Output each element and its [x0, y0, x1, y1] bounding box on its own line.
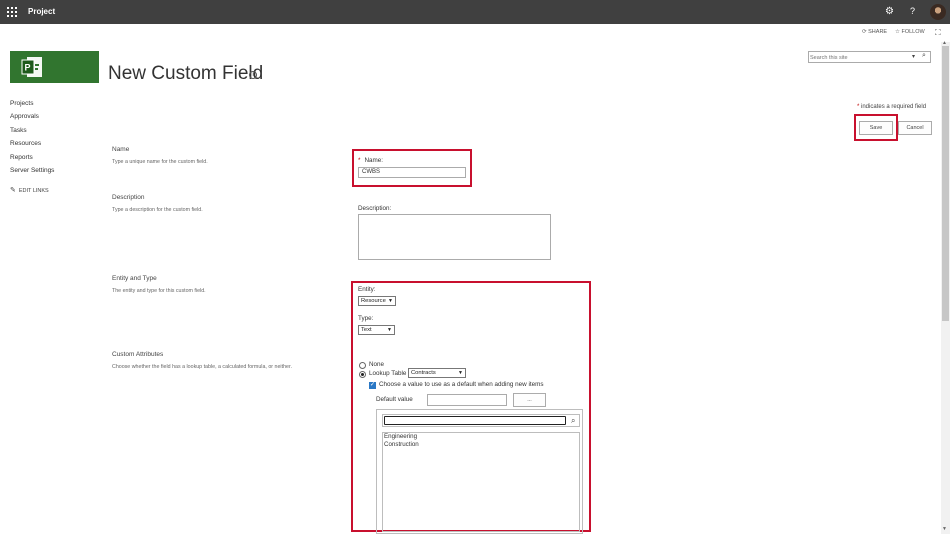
description-field[interactable]: [358, 214, 551, 260]
info-icon[interactable]: i: [249, 71, 257, 79]
entity-select[interactable]: Resource ▼: [358, 296, 396, 306]
pencil-icon: ✎: [10, 187, 16, 194]
lookup-picker-panel: ⌕ Engineering Construction: [376, 409, 583, 534]
scroll-down-icon[interactable]: ▼: [942, 526, 947, 532]
name-section-desc: Type a unique name for the custom field.: [112, 159, 208, 165]
default-value-label: Default value: [376, 396, 413, 403]
lookup-table-value: Contracts: [411, 370, 436, 376]
default-checkbox-label: Choose a value to use as a default when …: [379, 381, 544, 388]
required-star: *: [358, 157, 361, 164]
search-input[interactable]: [810, 53, 908, 62]
chevron-down-icon: ▼: [387, 327, 392, 333]
waffle-icon[interactable]: [7, 7, 17, 17]
share-button[interactable]: ⟳ SHARE: [862, 29, 887, 35]
follow-label: FOLLOW: [901, 29, 925, 35]
cancel-button[interactable]: Cancel: [898, 121, 932, 135]
lookup-search-input[interactable]: [384, 416, 566, 425]
follow-button[interactable]: ☆ FOLLOW: [895, 29, 925, 35]
required-note-text: indicates a required field: [861, 104, 927, 110]
lookup-table-radio[interactable]: [359, 371, 366, 378]
search-icon[interactable]: ⌕: [571, 416, 575, 426]
nav-item-approvals[interactable]: Approvals: [10, 112, 54, 125]
name-section-title: Name: [112, 146, 130, 153]
lookup-table-label: Lookup Table: [369, 370, 407, 377]
entity-label: Entity:: [358, 286, 376, 293]
entity-section-title: Entity and Type: [112, 275, 157, 282]
nav-item-projects[interactable]: Projects: [10, 99, 54, 112]
lookup-table-select[interactable]: Contracts ▼: [408, 368, 466, 378]
lookup-search: ⌕: [382, 414, 580, 427]
gear-icon[interactable]: ⚙: [885, 6, 894, 17]
type-select[interactable]: Text ▼: [358, 325, 395, 335]
chevron-down-icon[interactable]: ▾: [912, 53, 915, 60]
svg-text:P: P: [25, 63, 31, 73]
star-icon: ☆: [895, 29, 900, 35]
browse-lookup-button[interactable]: ...: [513, 393, 546, 407]
description-section-title: Description: [112, 194, 145, 201]
search-icon[interactable]: ⌕: [922, 52, 926, 60]
required-star: *: [857, 104, 860, 110]
name-label: * Name:: [358, 157, 383, 164]
avatar[interactable]: [930, 4, 946, 20]
description-label: Description:: [358, 205, 392, 212]
chevron-down-icon: ▼: [458, 370, 463, 376]
page-title: New Custom Field: [108, 63, 264, 84]
page-scrollbar[interactable]: ▲ ▼: [941, 40, 950, 534]
list-item[interactable]: Engineering: [383, 433, 579, 441]
quick-launch: Projects Approvals Tasks Resources Repor…: [10, 99, 54, 179]
chevron-down-icon: ▼: [388, 298, 393, 304]
save-button[interactable]: Save: [859, 121, 893, 135]
entity-section-desc: The entity and type for this custom fiel…: [112, 288, 206, 294]
attributes-section-desc: Choose whether the field has a lookup ta…: [112, 364, 292, 370]
scroll-thumb[interactable]: [942, 46, 949, 321]
project-logo[interactable]: P: [10, 51, 99, 83]
edit-links-label: EDIT LINKS: [18, 188, 49, 194]
suite-bar: Project ⚙ ?: [0, 0, 950, 24]
description-section-desc: Type a description for the custom field.: [112, 207, 203, 213]
entity-select-value: Resource: [361, 298, 386, 304]
nav-item-tasks[interactable]: Tasks: [10, 126, 54, 139]
nav-item-reports[interactable]: Reports: [10, 153, 54, 166]
type-select-value: Text: [361, 327, 372, 333]
app-title[interactable]: Project: [28, 7, 55, 16]
attributes-section-title: Custom Attributes: [112, 351, 164, 358]
default-value-checkbox[interactable]: ✓: [369, 382, 376, 389]
nav-item-server-settings[interactable]: Server Settings: [10, 166, 54, 179]
default-value-field[interactable]: [427, 394, 507, 406]
required-note: * indicates a required field: [857, 104, 926, 110]
none-radio[interactable]: [359, 362, 366, 369]
edit-links-button[interactable]: ✎ EDIT LINKS: [10, 186, 49, 194]
share-icon: ⟳: [862, 29, 867, 35]
site-search[interactable]: ▾ ⌕: [808, 51, 931, 63]
type-label: Type:: [358, 315, 374, 322]
help-icon[interactable]: ?: [910, 6, 915, 16]
list-item[interactable]: Construction: [383, 441, 579, 449]
lookup-values-list[interactable]: Engineering Construction: [382, 432, 580, 532]
name-label-text: Name:: [364, 157, 383, 164]
none-radio-label: None: [369, 361, 385, 368]
share-label: SHARE: [868, 29, 888, 35]
project-logo-icon: P: [21, 57, 42, 77]
nav-item-resources[interactable]: Resources: [10, 139, 54, 152]
name-field[interactable]: CWBS: [358, 167, 466, 178]
focus-mode-icon[interactable]: ⛶: [935, 28, 941, 38]
